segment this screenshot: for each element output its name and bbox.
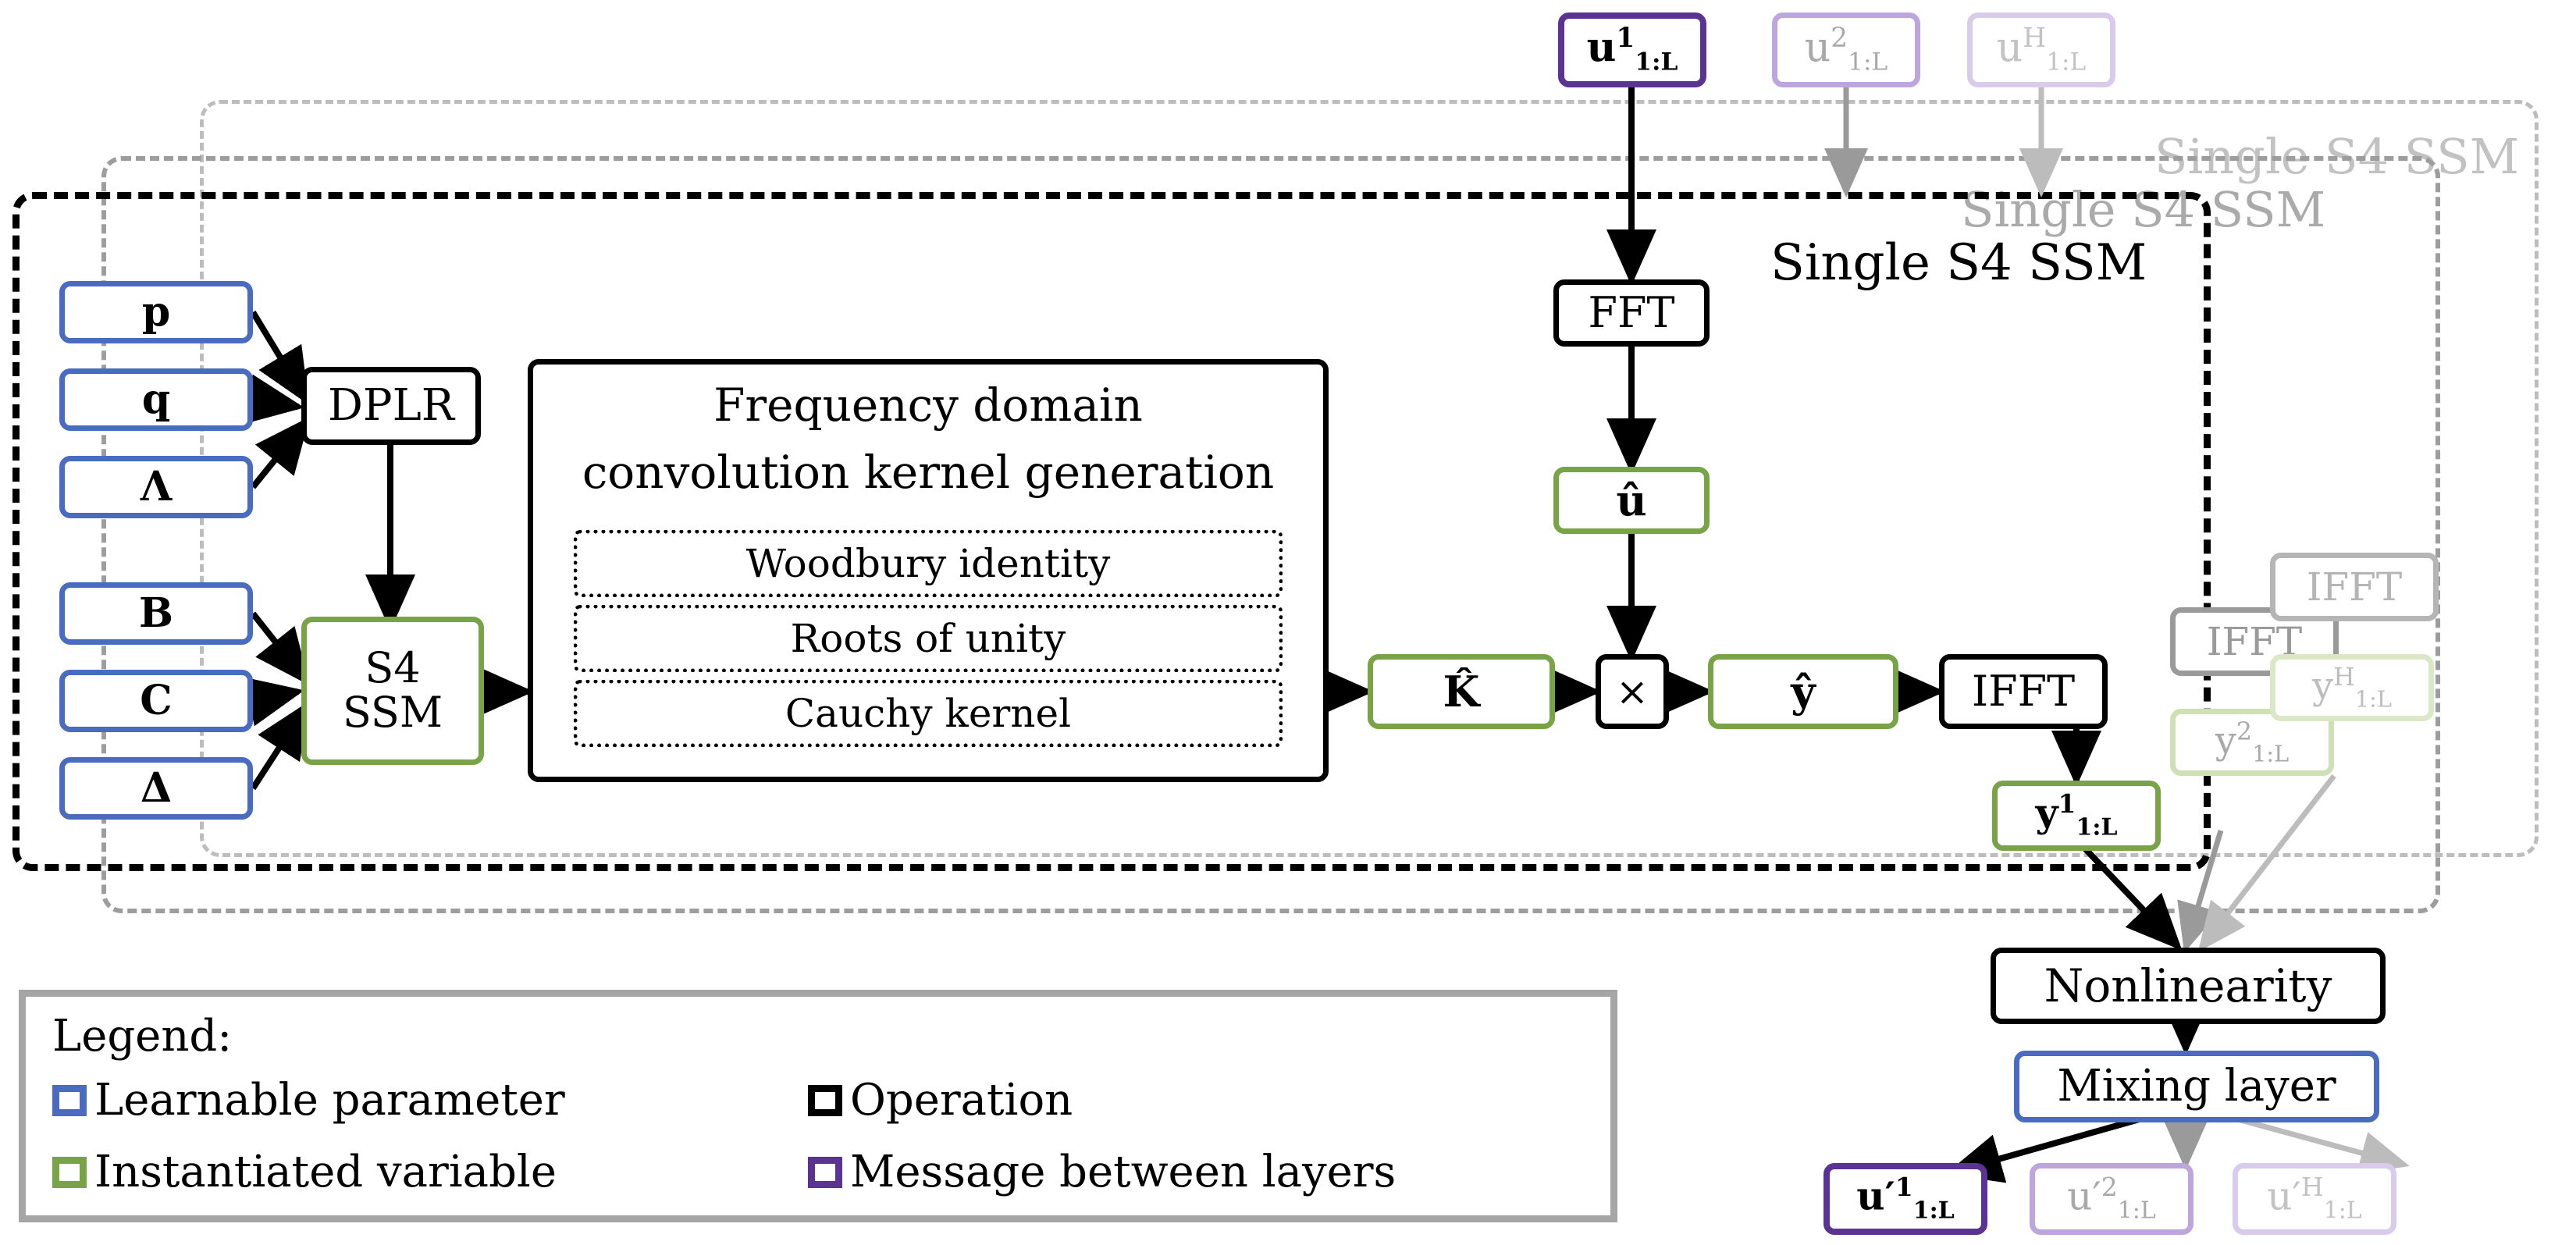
op-label-fft: FFT [1588,287,1675,337]
diagram-canvas: Single S4 SSM Single S4 SSM Single S4 SS… [0,0,2576,1245]
param-label-q: q [141,375,171,423]
param-label-B: B [139,589,173,637]
op-box-fft[interactable]: FFT [1553,279,1710,347]
op-label-mixing-layer: Mixing layer [2057,1060,2336,1112]
input-box-uH[interactable]: uH1:L [1967,12,2115,87]
input-label-u2: u21:L [1804,23,1888,76]
param-box-q[interactable]: q [59,368,253,431]
op-box-dplr[interactable]: DPLR [301,367,481,445]
input-box-u2[interactable]: u21:L [1772,12,1920,87]
faded-op-label-ifft-2: IFFT [2306,564,2403,610]
legend-label-learnable: Learnable parameter [94,1075,565,1126]
param-box-delta[interactable]: Δ [59,757,253,820]
param-label-p: p [141,287,171,336]
output-label-u-prime-1: u′11:L [1856,1172,1955,1225]
kernel-item-roots-of-unity[interactable]: Roots of unity [574,605,1283,672]
faded-output-label-yH: yH1:L [2312,663,2392,713]
output-label-y1: y11:L [2035,788,2118,842]
legend-swatch-message [808,1156,842,1188]
param-box-C[interactable]: C [59,670,253,732]
op-label-nonlinearity: Nonlinearity [2044,959,2332,1012]
faded-output-label-y2: y21:L [2215,717,2290,767]
legend-label-message: Message between layers [850,1147,1397,1197]
kernel-item-woodbury-identity[interactable]: Woodbury identity [574,530,1283,597]
var-label-y-hat: ŷ [1791,666,1816,717]
input-label-u1: u11:L [1586,23,1678,76]
kernel-generation-block: Frequency domain convolution kernel gene… [528,359,1329,782]
legend-entry-instantiated-variable: Instantiated variable [52,1147,557,1197]
output-box-u-prime-1[interactable]: u′11:L [1823,1163,1987,1235]
op-box-ifft[interactable]: IFFT [1939,654,2108,729]
var-box-k-hat[interactable]: K̂ [1368,654,1555,729]
param-label-C: C [140,676,173,724]
param-box-p[interactable]: p [59,281,253,343]
group-label-main: Single S4 SSM [1770,234,2147,292]
output-box-u-prime-2[interactable]: u′21:L [2030,1163,2194,1235]
op-label-s4-line2: SSM [342,688,443,737]
op-label-ifft: IFFT [1971,666,2076,716]
legend-entry-learnable-parameter: Learnable parameter [52,1075,565,1126]
kernel-item-cauchy-kernel[interactable]: Cauchy kernel [574,680,1283,747]
input-label-uH: uH1:L [1996,23,2087,76]
op-label-multiply: × [1616,668,1649,714]
output-label-u-prime-H: u′H1:L [2267,1172,2362,1225]
op-label-dplr: DPLR [328,379,454,431]
legend-entry-message-between-layers: Message between layers [808,1147,1396,1197]
param-box-lambda[interactable]: Λ [59,456,253,518]
var-label-k-hat: K̂ [1443,666,1480,717]
legend-swatch-instantiated [52,1156,87,1188]
legend-panel: Legend: Learnable parameter Operation In… [19,990,1617,1222]
faded-output-box-yH: yH1:L [2270,654,2434,721]
kernel-item-label: Roots of unity [790,615,1066,661]
op-label-s4-line1: S4 [365,643,421,693]
param-label-lambda: Λ [140,462,173,510]
output-label-u-prime-2: u′21:L [2067,1172,2156,1225]
op-box-multiply[interactable]: × [1596,654,1669,729]
var-label-u-hat: û [1616,475,1647,525]
kernel-item-label: Woodbury identity [745,540,1111,586]
var-box-u-hat[interactable]: û [1553,467,1710,534]
legend-title: Legend: [52,1011,233,1062]
var-box-y-hat[interactable]: ŷ [1708,654,1898,729]
legend-swatch-learnable [52,1084,87,1116]
faded-op-box-ifft-back2: IFFT [2270,553,2439,621]
op-box-mixing-layer[interactable]: Mixing layer [2014,1051,2379,1122]
legend-label-instantiated: Instantiated variable [94,1147,557,1197]
op-box-nonlinearity[interactable]: Nonlinearity [1991,948,2386,1024]
param-box-B[interactable]: B [59,582,253,645]
input-box-u1[interactable]: u11:L [1558,12,1706,87]
op-box-s4-ssm[interactable]: S4 SSM [301,617,484,765]
output-box-y1[interactable]: y11:L [1992,781,2161,851]
param-label-delta: Δ [140,763,173,812]
legend-label-operation: Operation [850,1075,1073,1126]
kernel-title-line1: Frequency domain [713,379,1143,432]
legend-swatch-operation [808,1084,842,1116]
kernel-item-label: Cauchy kernel [785,690,1072,736]
output-box-u-prime-H[interactable]: u′H1:L [2233,1163,2396,1235]
legend-entry-operation: Operation [808,1075,1073,1126]
kernel-title-line2: convolution kernel generation [582,446,1275,499]
